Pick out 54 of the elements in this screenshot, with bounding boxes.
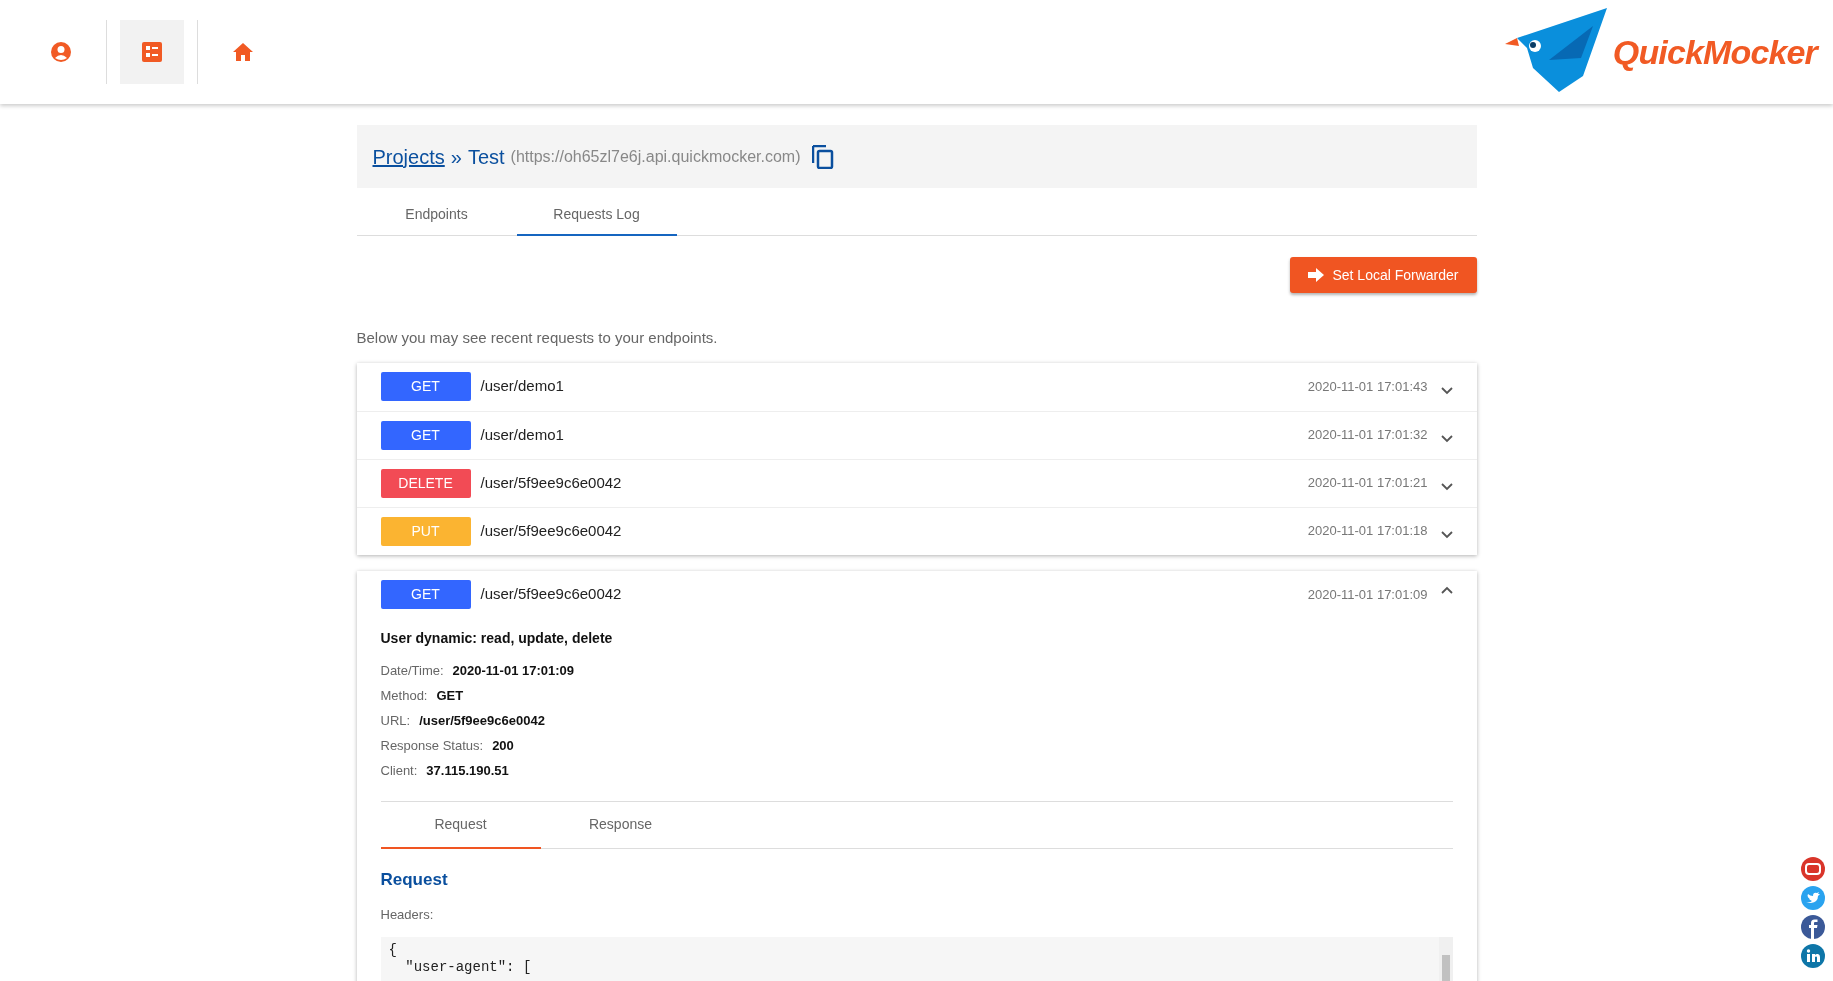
nav-button[interactable] (120, 20, 184, 84)
method-badge: GET (380, 372, 471, 401)
field-label: Method: (380, 687, 428, 706)
request-path: /user/5f9ee9c6e0042 (480, 584, 622, 605)
bird-icon[interactable] (1801, 886, 1825, 910)
set-local-forwarder-button[interactable]: Set Local Forwarder (1290, 257, 1477, 293)
request-title: User dynamic: read, update, delete (380, 628, 614, 648)
field-label: Client: (380, 762, 418, 781)
field-value: 2020-11-01 17:01:09 (452, 662, 575, 681)
request-time: 2020-11-01 17:01:21 (1307, 474, 1428, 493)
tab[interactable]: Requests Log (516, 195, 677, 236)
project-name: Test (467, 144, 505, 170)
request-time: 2020-11-01 17:01:18 (1307, 522, 1428, 541)
chevron-down-icon[interactable] (1440, 483, 1453, 491)
method-badge: PUT (380, 516, 471, 546)
field-value: 200 (492, 737, 514, 756)
section-heading: Request (380, 868, 449, 891)
request-time: 2020-11-01 17:01:09 (1307, 585, 1428, 604)
home-icon (233, 42, 253, 62)
request-path: /user/demo1 (480, 376, 564, 397)
request-time: 2020-11-01 17:01:43 (1307, 377, 1428, 396)
tab[interactable]: Response (540, 801, 701, 849)
method-badge: GET (380, 420, 471, 450)
field-label: URL: (380, 712, 411, 731)
field-label: Response Status: (380, 737, 484, 756)
field-value: GET (436, 687, 464, 706)
field-value: 37.115.190.51 (426, 762, 509, 781)
youtube-icon[interactable] (1801, 857, 1825, 881)
intro-text: Below you may see recent requests to your endpoints. (356, 328, 719, 348)
request-path: /user/5f9ee9c6e0042 (480, 520, 622, 541)
arrow-right-icon (1308, 268, 1325, 282)
method-badge: GET (380, 580, 471, 609)
project-url: (https://oh65zl7e6j.api.quickmocker.com) (510, 146, 801, 167)
field-value: /user/5f9ee9c6e0042 (419, 712, 545, 731)
request-path: /user/5f9ee9c6e0042 (480, 472, 622, 493)
facebook-icon[interactable] (1801, 915, 1825, 939)
linkedin-icon[interactable] (1801, 944, 1825, 968)
chevron-up-icon[interactable] (1440, 585, 1453, 594)
field-label: Date/Time: (380, 662, 444, 681)
request-time: 2020-11-01 17:01:32 (1307, 426, 1428, 445)
breadcrumb-separator: » (450, 144, 462, 170)
chevron-down-icon[interactable] (1440, 386, 1453, 395)
copy-icon[interactable] (812, 144, 835, 169)
chevron-down-icon[interactable] (1440, 435, 1453, 443)
headers-label: Headers: (380, 906, 435, 924)
tab[interactable]: Request (380, 801, 541, 849)
method-badge: DELETE (380, 468, 471, 498)
request-path: /user/demo1 (480, 424, 564, 445)
projects-link[interactable]: Projects (372, 141, 445, 172)
chevron-down-icon[interactable] (1440, 531, 1453, 539)
user-icon (51, 42, 71, 62)
code-text: { "user-agent": [ (388, 941, 532, 976)
list-icon (142, 42, 162, 62)
tab[interactable]: Endpoints (356, 195, 517, 236)
